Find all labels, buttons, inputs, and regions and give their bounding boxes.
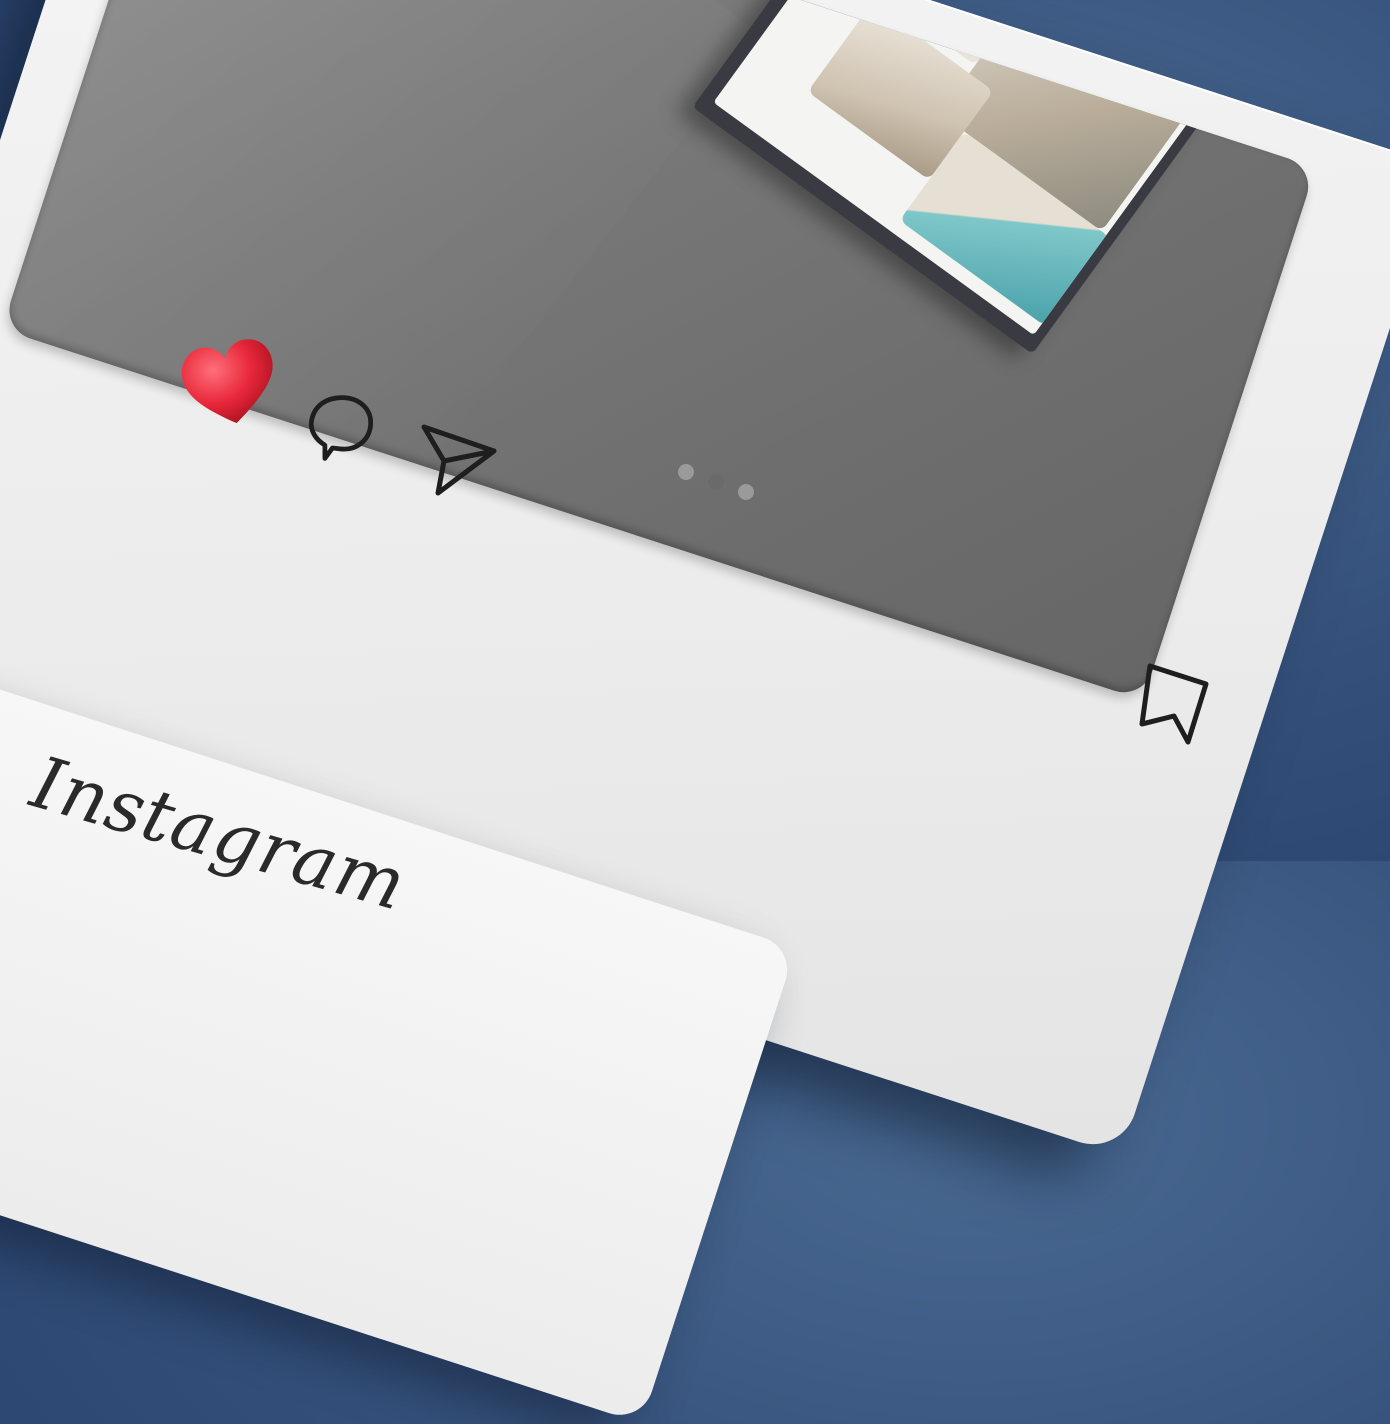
carousel-dots bbox=[672, 458, 762, 504]
scene: Instagram bbox=[0, 0, 1390, 1424]
image-sheen bbox=[1, 0, 763, 700]
brochure-page bbox=[713, 0, 1254, 336]
brochure-image bbox=[692, 0, 1268, 354]
send-icon[interactable] bbox=[418, 416, 498, 498]
bookmark-icon[interactable] bbox=[1134, 660, 1214, 746]
comment-icon[interactable] bbox=[304, 388, 380, 468]
heart-icon[interactable] bbox=[178, 330, 282, 434]
